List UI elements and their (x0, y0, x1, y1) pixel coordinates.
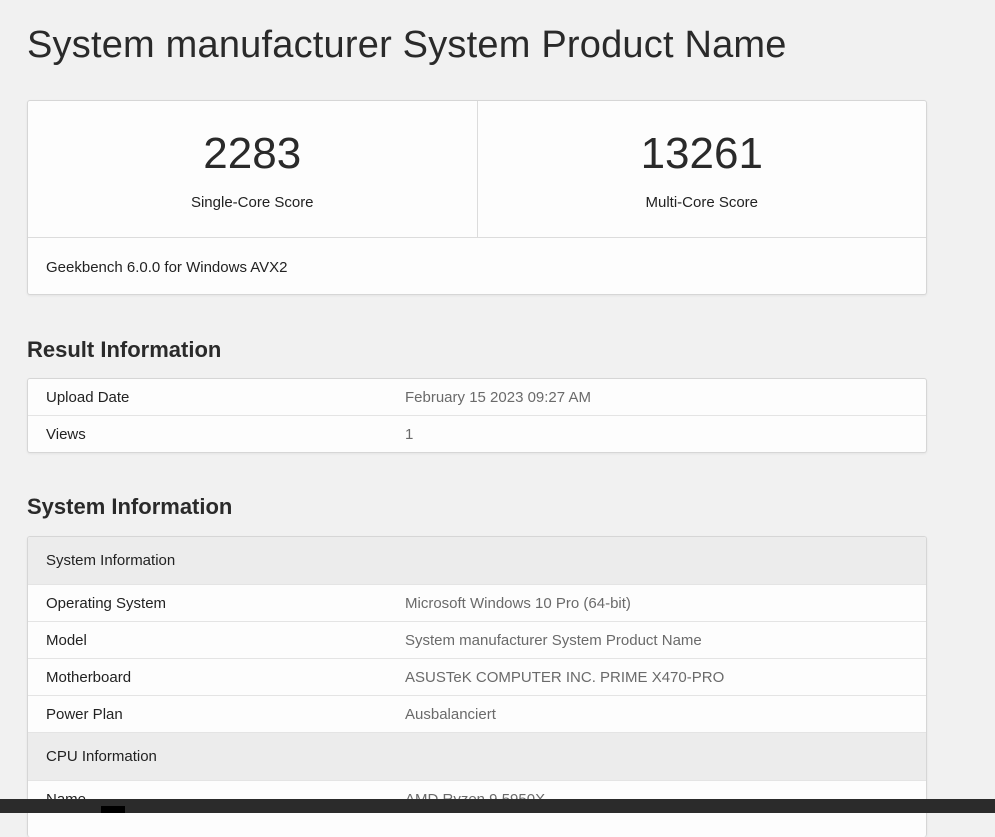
views-value: 1 (387, 415, 926, 452)
multi-core-score-cell: 13261 Multi-Core Score (476, 101, 927, 237)
table-row: Motherboard ASUSTeK COMPUTER INC. PRIME … (28, 658, 926, 696)
group-header-system-information: System Information (28, 537, 926, 585)
page-title: System manufacturer System Product Name (27, 24, 787, 66)
operating-system-value: Microsoft Windows 10 Pro (64-bit) (387, 584, 926, 622)
table-row: Operating System Microsoft Windows 10 Pr… (28, 584, 926, 622)
result-information-table: Upload Date February 15 2023 09:27 AM Vi… (28, 379, 926, 452)
single-core-score-value: 2283 (203, 129, 302, 178)
table-row: Upload Date February 15 2023 09:27 AM (28, 379, 926, 416)
power-plan-label: Power Plan (28, 695, 387, 733)
benchmark-version: Geekbench 6.0.0 for Windows AVX2 (46, 259, 288, 276)
result-information-heading: Result Information (27, 337, 222, 362)
group-header-cpu-information: CPU Information (28, 732, 926, 781)
multi-core-score-label: Multi-Core Score (645, 194, 759, 211)
views-label: Views (28, 415, 387, 452)
table-row: Model System manufacturer System Product… (28, 621, 926, 659)
single-core-score-cell: 2283 Single-Core Score (28, 101, 477, 237)
system-information-heading: System Information (27, 494, 233, 519)
score-card: 2283 Single-Core Score 13261 Multi-Core … (27, 100, 927, 295)
taskbar (0, 799, 995, 813)
upload-date-label: Upload Date (46, 388, 130, 406)
motherboard-value: ASUSTeK COMPUTER INC. PRIME X470-PRO (387, 658, 926, 696)
system-information-card: System Information Operating System Micr… (27, 536, 927, 837)
motherboard-label: Motherboard (28, 658, 387, 696)
single-core-score-label: Single-Core Score (190, 194, 314, 211)
multi-core-score-value: 13261 (640, 129, 763, 178)
scores-row: 2283 Single-Core Score 13261 Multi-Core … (28, 101, 926, 238)
table-row: Views 1 (28, 415, 926, 452)
taskbar-marker (101, 806, 125, 813)
system-information-table: System Information Operating System Micr… (28, 537, 926, 817)
operating-system-label: Operating System (28, 584, 387, 622)
upload-date-value: February 15 2023 09:27 AM (405, 388, 591, 406)
group-title: CPU Information (28, 732, 926, 781)
model-label: Model (28, 621, 387, 659)
power-plan-value: Ausbalanciert (387, 695, 926, 733)
model-value: System manufacturer System Product Name (387, 621, 926, 659)
table-row: Power Plan Ausbalanciert (28, 695, 926, 733)
group-title: System Information (28, 537, 926, 585)
result-information-card: Upload Date February 15 2023 09:27 AM Vi… (27, 378, 927, 453)
